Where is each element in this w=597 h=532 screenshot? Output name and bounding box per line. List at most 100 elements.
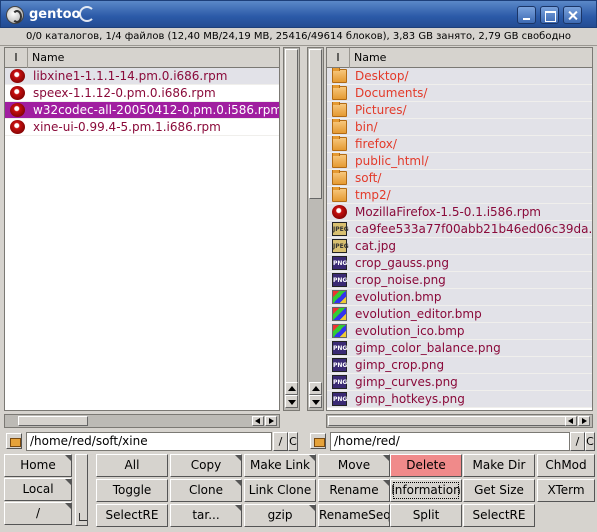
link-clone-button[interactable]: Link Clone [244, 479, 316, 502]
select-re-2-button[interactable]: SelectRE [463, 504, 535, 527]
right-path-input[interactable]: /home/red/ [330, 432, 570, 451]
folder-icon [332, 187, 347, 202]
file-row[interactable]: bin/ [327, 119, 592, 136]
file-row[interactable]: PNG gimp_curves.png [327, 374, 592, 391]
make-dir-button[interactable]: Make Dir [463, 454, 535, 477]
button-panel-separator[interactable] [75, 454, 88, 526]
file-name: cat.jpg [355, 239, 397, 253]
delete-button[interactable]: Delete [390, 454, 462, 477]
make-link-button[interactable]: Make Link [244, 454, 316, 477]
left-scroll-down-icon[interactable] [285, 395, 298, 408]
left-hscroll-thumb[interactable] [18, 416, 88, 426]
left-scroll-right-icon[interactable] [265, 416, 277, 426]
file-row[interactable]: JPEG cat.jpg [327, 238, 592, 255]
file-row[interactable]: PNG crop_noise.png [327, 272, 592, 289]
file-row[interactable]: Desktop/ [327, 68, 592, 85]
status-bar: 0/0 каталогов, 1/4 файлов (12,40 MB/24,1… [0, 28, 597, 46]
file-row[interactable]: tmp2/ [327, 187, 592, 204]
folder-icon [332, 153, 347, 168]
right-column-name-header[interactable]: Name [354, 48, 386, 68]
right-scroll-down-icon[interactable] [309, 395, 322, 408]
information-button-label: Information [391, 483, 461, 497]
gentoo-app-icon[interactable] [6, 6, 24, 24]
right-vertical-scrollbar[interactable] [307, 47, 324, 411]
rename-button-label: Rename [329, 483, 379, 497]
folder-icon [332, 68, 347, 83]
root-button[interactable]: / [4, 502, 72, 525]
right-path-root-button[interactable]: / [570, 432, 585, 451]
rename-button[interactable]: Rename [318, 479, 390, 502]
file-row[interactable]: PNG gimp_color_balance.png [327, 340, 592, 357]
toggle-button[interactable]: Toggle [96, 479, 168, 502]
file-row[interactable]: w32codec-all-20050412-0.pm.0.i586.rpm [5, 102, 279, 119]
maximize-icon[interactable] [540, 6, 559, 24]
left-scroll-thumb[interactable] [285, 49, 298, 392]
right-path-case-button[interactable]: C [585, 432, 595, 451]
file-name: ca9fee533a77f00abb21b46ed06c39da.jpg [355, 222, 592, 236]
left-file-pane[interactable]: I Name libxine1-1.1.1-14.pm.0.i686.rpm sp… [4, 47, 280, 411]
file-row[interactable]: evolution_editor.bmp [327, 306, 592, 323]
file-row[interactable]: PNG gimp_crop.png [327, 357, 592, 374]
left-path-input[interactable]: /home/red/soft/xine [26, 432, 272, 451]
right-scroll-up-icon[interactable] [309, 382, 322, 395]
left-scroll-left-icon[interactable] [252, 416, 264, 426]
left-column-name-header[interactable]: Name [32, 48, 64, 68]
file-name: evolution_editor.bmp [355, 307, 482, 321]
move-button[interactable]: Move [318, 454, 390, 477]
chmod-button[interactable]: ChMod [537, 454, 595, 477]
left-path-root-button[interactable]: / [273, 432, 288, 451]
gzip-button[interactable]: gzip [244, 504, 316, 527]
local-button[interactable]: Local [4, 478, 72, 501]
file-row[interactable]: JPEG ca9fee533a77f00abb21b46ed06c39da.jpg [327, 221, 592, 238]
file-row[interactable]: xine-ui-0.99.4-5.pm.1.i686.rpm [5, 119, 279, 136]
xterm-button[interactable]: XTerm [537, 479, 595, 502]
left-path-case-button[interactable]: C [288, 432, 298, 451]
folder-icon [332, 119, 347, 134]
file-row[interactable]: libxine1-1.1.1-14.pm.0.i686.rpm [5, 68, 279, 85]
tar-button[interactable]: tar... [170, 504, 242, 527]
rename-seq-button[interactable]: RenameSeq [318, 504, 390, 527]
home-button[interactable]: Home [4, 454, 72, 477]
right-scroll-left-icon[interactable] [565, 416, 577, 426]
file-row[interactable]: public_html/ [327, 153, 592, 170]
left-column-header: I Name [5, 48, 279, 68]
right-hscroll-thumb[interactable] [328, 416, 568, 426]
all-button[interactable]: All [96, 454, 168, 477]
right-folder-icon[interactable] [310, 433, 326, 449]
window-title: gentoo [29, 7, 81, 22]
right-scroll-right-icon[interactable] [578, 416, 590, 426]
file-row[interactable]: evolution.bmp [327, 289, 592, 306]
left-scroll-up-icon[interactable] [285, 382, 298, 395]
copy-button[interactable]: Copy [170, 454, 242, 477]
file-row[interactable]: Pictures/ [327, 102, 592, 119]
right-scroll-thumb[interactable] [309, 49, 322, 199]
file-row[interactable]: MozillaFirefox-1.5-0.1.i586.rpm [327, 204, 592, 221]
information-button[interactable]: Information [390, 479, 462, 502]
file-row[interactable]: PNG crop_gauss.png [327, 255, 592, 272]
left-horizontal-scrollbar[interactable] [4, 414, 280, 428]
get-size-button[interactable]: Get Size [463, 479, 535, 502]
split-button[interactable]: Split [390, 504, 462, 527]
right-column-icon-header[interactable]: I [327, 48, 350, 68]
bmp-icon [332, 324, 347, 338]
right-file-pane[interactable]: I Name Desktop/Documents/Pictures/bin/fi… [326, 47, 593, 411]
select-re-button[interactable]: SelectRE [96, 504, 168, 527]
file-row[interactable]: soft/ [327, 170, 592, 187]
left-column-icon-header[interactable]: I [5, 48, 28, 68]
rpm-icon [10, 120, 25, 134]
left-folder-icon[interactable] [6, 433, 22, 449]
file-row[interactable]: speex-1.1.12-0.pm.0.i686.rpm [5, 85, 279, 102]
minimize-icon[interactable] [517, 6, 536, 24]
right-horizontal-scrollbar[interactable] [326, 414, 593, 428]
rpm-icon [332, 205, 347, 219]
right-file-list: Desktop/Documents/Pictures/bin/firefox/p… [327, 68, 592, 408]
file-row[interactable]: evolution_ico.bmp [327, 323, 592, 340]
left-vertical-scrollbar[interactable] [283, 47, 300, 411]
file-row[interactable]: Documents/ [327, 85, 592, 102]
file-name: Desktop/ [355, 69, 409, 83]
folder-icon [332, 85, 347, 100]
file-row[interactable]: firefox/ [327, 136, 592, 153]
clone-button[interactable]: Clone [170, 479, 242, 502]
file-row[interactable]: PNG gimp_hotkeys.png [327, 391, 592, 408]
close-icon[interactable] [563, 6, 582, 24]
